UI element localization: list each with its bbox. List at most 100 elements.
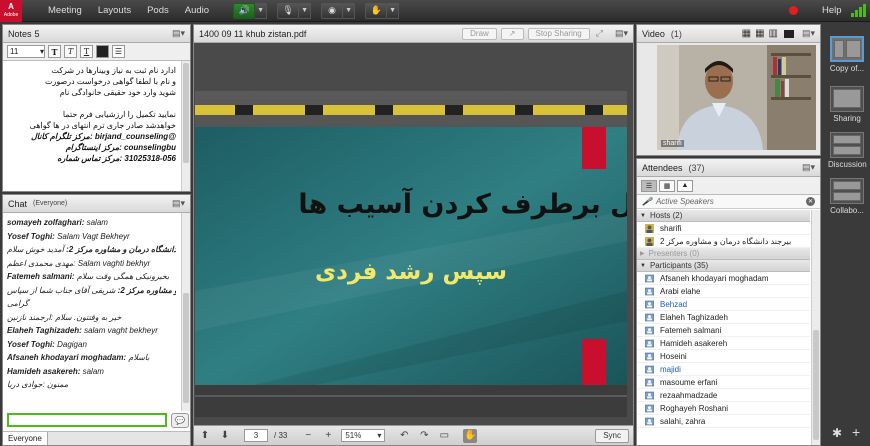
underline-icon[interactable]: T [80,45,93,58]
rotate-left-icon[interactable]: ↶ [397,429,411,443]
chat-scrollbar[interactable] [181,213,190,411]
participant-row[interactable]: rezaahmadzade [637,389,810,402]
add-layout-icon[interactable]: + [852,424,860,440]
pointer-icon[interactable]: ↗ [500,27,524,40]
attendee-name: Elaheh Taghizadeh [660,312,728,322]
microphone-button[interactable]: 🎙 [277,2,300,19]
chat-message: Hamideh asakereh: salam [7,365,176,379]
participant-row[interactable]: masoume erfani [637,376,810,389]
attendees-count: (37) [688,162,705,173]
webcam-menu-caret[interactable]: ▼ [343,2,356,19]
notes-text-area[interactable]: ادارد نام ثبت به نیاز وبینارها در شرکت و … [3,61,190,168]
status-view-icon[interactable]: ▲ [677,179,693,192]
pointer-hand-icon[interactable]: ✋ [463,428,478,443]
layout-discussion[interactable]: Discussion [828,132,867,169]
recording-indicator-icon[interactable] [789,6,798,15]
font-size-select[interactable]: 11 ▾ [7,45,45,58]
next-page-icon[interactable]: ⬇ [218,429,232,443]
raise-hand-button[interactable]: ✋ [365,2,388,19]
share-header: 1400 09 11 khub zistan.pdf Draw ↗ Stop S… [194,25,633,43]
webcam-button[interactable]: ◉ [321,2,344,19]
slide-subtitle: سپس رشد فردی [315,259,507,285]
speaker-icon: 🔊 [238,5,250,15]
host-row[interactable]: بیرجند دانشگاه درمان و مشاوره مرکز 2 [637,235,810,248]
tab-everyone[interactable]: Everyone [3,432,48,445]
participant-row[interactable]: Hoseini [637,350,810,363]
participant-row[interactable]: Hamideh asakereh [637,337,810,350]
chat-message-list: somayeh zolfaghari: salam Yosef Toghi: Sa… [3,213,180,411]
chat-message: مهدی محمدی اعظم: Salam vaghti bekhyr [7,257,176,271]
attendee-name: majidi [660,364,681,374]
host-row[interactable]: sharifi [637,222,810,235]
participant-row[interactable]: Behzad [637,298,810,311]
participant-row[interactable]: Afsaneh khodayari moghadam [637,272,810,285]
draw-button[interactable]: Draw [462,27,497,40]
raise-hand-menu-caret[interactable]: ▼ [387,2,400,19]
menu-meeting[interactable]: Meeting [40,5,90,16]
share-pod-menu-icon[interactable]: ▤▾ [615,28,628,39]
layout-label: Sharing [833,114,861,123]
notes-pod-menu-icon[interactable]: ▤▾ [172,28,185,39]
participant-row[interactable]: salahi, zahra [637,415,810,428]
fit-width-icon[interactable]: ▭ [437,429,451,443]
stop-sharing-button[interactable]: Stop Sharing [527,27,590,40]
menu-audio[interactable]: Audio [177,5,217,16]
chat-message: somayeh zolfaghari: salam [7,216,176,230]
menu-pods[interactable]: Pods [139,5,177,16]
grid-view-icon[interactable]: ▦ [659,179,675,192]
notes-title: Notes [8,28,32,39]
page-number-input[interactable]: 3 [244,429,268,442]
participant-row[interactable]: Fatemeh salmani [637,324,810,337]
list-view-icon[interactable]: ☰ [641,179,657,192]
participant-row[interactable]: Roghayeh Roshani [637,402,810,415]
chat-send-icon[interactable]: 💬 [171,413,189,428]
video-pod: Video (1) ▦ ▦ ▥ ▤▾ sharifi [636,24,821,156]
video-filmstrip-icon[interactable]: ▥ [769,28,778,39]
menu-layouts[interactable]: Layouts [90,5,139,16]
zoom-in-icon[interactable]: + [321,429,335,443]
sync-button[interactable]: Sync [595,428,629,443]
close-active-speakers-icon[interactable]: ✕ [806,197,815,206]
layout-settings-icon[interactable]: ✱ [832,426,842,440]
bullet-list-icon[interactable]: ☰ [112,45,125,58]
help-menu[interactable]: Help [822,5,842,16]
video-layout-icon[interactable]: ▦ [742,28,751,39]
user-icon [645,378,654,386]
text-color-icon[interactable] [96,45,109,58]
participant-row[interactable]: Elaheh Taghizadeh [637,311,810,324]
zoom-select[interactable]: 51% ▾ [341,429,386,442]
layout-collaboration[interactable]: Collabo... [828,178,866,215]
previous-page-icon[interactable]: ⬆ [198,429,212,443]
participant-row[interactable]: Arabi elahe [637,285,810,298]
speaker-video-image [657,45,816,150]
italic-icon[interactable]: T [64,45,77,58]
layout-sharing[interactable]: Sharing [828,86,866,123]
attendees-pod-menu-icon[interactable]: ▤▾ [802,162,815,173]
participants-group-header[interactable]: ▼ Participants (35) [637,260,810,272]
speaker-menu-caret[interactable]: ▼ [255,2,268,19]
chat-pod-menu-icon[interactable]: ▤▾ [172,198,185,209]
fullscreen-icon[interactable]: ⤢ [596,28,603,39]
presenters-group-header[interactable]: ▶ Presenters (0) [637,248,810,260]
participant-row[interactable]: majidi [637,363,810,376]
attendees-header: Attendees (37) ▤▾ [637,159,820,177]
microphone-menu-caret[interactable]: ▼ [299,2,312,19]
video-pod-menu-icon[interactable]: ▤▾ [802,28,815,39]
share-pod: 1400 09 11 khub zistan.pdf Draw ↗ Stop S… [193,24,634,446]
notes-line: ادارد نام ثبت به نیاز وبینارها در شرکت [51,66,176,75]
notes-line: و نام با لطفا گواهی درخواست درصورت [44,77,176,86]
video-grid-icon[interactable]: ▦ [755,28,764,39]
rotate-right-icon[interactable]: ↷ [417,429,431,443]
speaker-toggle-button[interactable]: 🔊 [233,2,256,19]
hosts-group-header[interactable]: ▼ Hosts (2) [637,210,810,222]
bold-icon[interactable]: T [48,45,61,58]
video-header: Video (1) ▦ ▦ ▥ ▤▾ [637,25,820,43]
video-stop-icon[interactable] [783,29,794,38]
layout-copy-of[interactable]: Copy of... [828,36,866,73]
notes-scrollbar[interactable] [181,61,190,191]
zoom-out-icon[interactable]: − [301,429,315,443]
layout-label: Discussion [828,160,867,169]
attendees-scrollbar[interactable] [811,210,820,445]
chat-message-input[interactable] [7,413,167,427]
chat-text: بخیرونیکی همگی وقت سلام [76,272,170,281]
